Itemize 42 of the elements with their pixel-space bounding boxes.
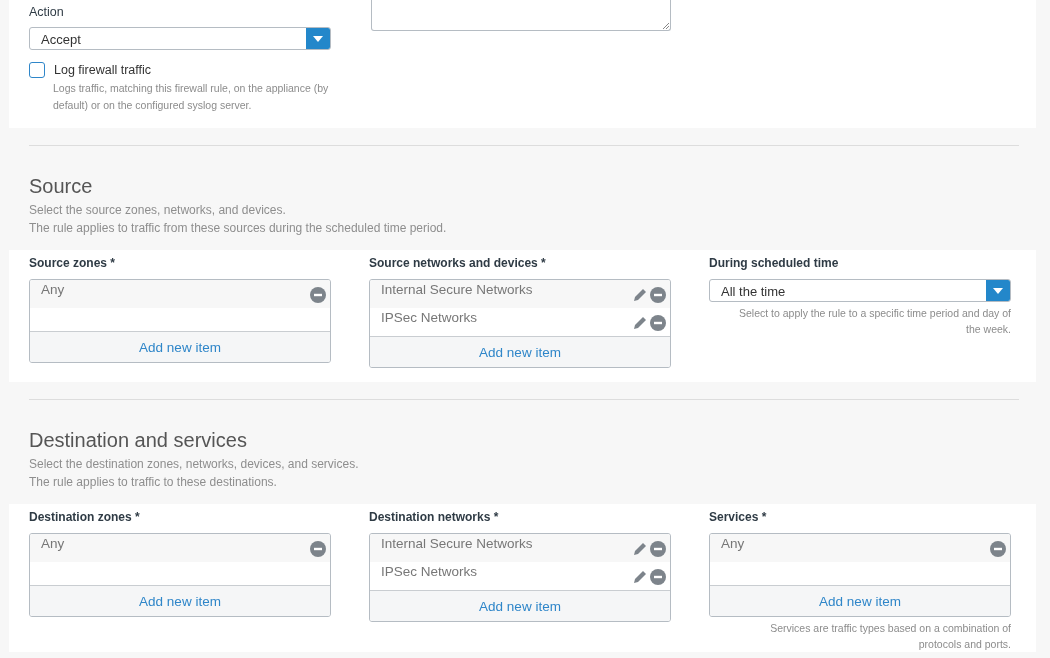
section-description: Select the source zones, networks, and devices. <box>29 202 287 219</box>
add-item-button[interactable]: Add new item <box>370 590 670 621</box>
pencil-icon[interactable] <box>632 569 648 585</box>
help-text: Services are traffic types based on a combination of protocols and ports. <box>769 621 1011 652</box>
field-label: Source networks and devices * <box>369 256 547 272</box>
add-item-button[interactable]: Add new item <box>30 585 330 616</box>
remove-icon[interactable] <box>310 541 326 557</box>
action-dropdown[interactable]: Accept <box>29 27 331 50</box>
field-label: Destination zones * <box>29 510 141 526</box>
pencil-icon[interactable] <box>632 541 648 557</box>
add-item-button[interactable]: Add new item <box>370 336 670 367</box>
field-label: During scheduled time <box>709 256 840 272</box>
section-description: The rule applies to traffic to these destinations. <box>29 474 278 491</box>
add-item-button[interactable]: Add new item <box>30 331 330 362</box>
remove-icon[interactable] <box>650 541 666 557</box>
remove-icon[interactable] <box>650 569 666 585</box>
field-label: Destination networks * <box>369 510 500 526</box>
field-label: Action <box>29 5 65 21</box>
pencil-icon[interactable] <box>632 287 648 303</box>
caret-icon <box>993 287 1003 294</box>
add-item-button[interactable]: Add new item <box>710 585 1010 616</box>
section-description: Select the destination zones, networks, devices, and services. <box>29 456 360 473</box>
field-label: Services * <box>709 510 768 526</box>
checkbox-label: Log firewall traffic <box>54 63 152 77</box>
help-text: Logs traffic, matching this firewall rule, on the appliance (by default) or on the configured syslog server. <box>53 81 330 113</box>
list-item[interactable]: IPSec Networks <box>381 562 632 579</box>
resize-handle-icon <box>662 22 670 30</box>
caret-icon <box>313 35 323 42</box>
remove-icon[interactable] <box>650 287 666 303</box>
remove-icon[interactable] <box>310 287 326 303</box>
list-item[interactable]: IPSec Networks <box>381 308 632 325</box>
remove-icon[interactable] <box>990 541 1006 557</box>
field-label: Source zones * <box>29 256 117 272</box>
section-title: Destination and services <box>29 429 248 453</box>
checkbox[interactable] <box>29 62 45 78</box>
help-text: Select to apply the rule to a specific time period and day of the week. <box>738 306 1011 337</box>
section-title: Source <box>29 175 94 199</box>
remove-icon[interactable] <box>650 315 666 331</box>
section-description: The rule applies to traffic from these sources during the scheduled time period. <box>29 220 448 237</box>
pencil-icon[interactable] <box>632 315 648 331</box>
schedule-dropdown[interactable]: All the time <box>709 279 1011 302</box>
text-area[interactable] <box>371 0 671 31</box>
